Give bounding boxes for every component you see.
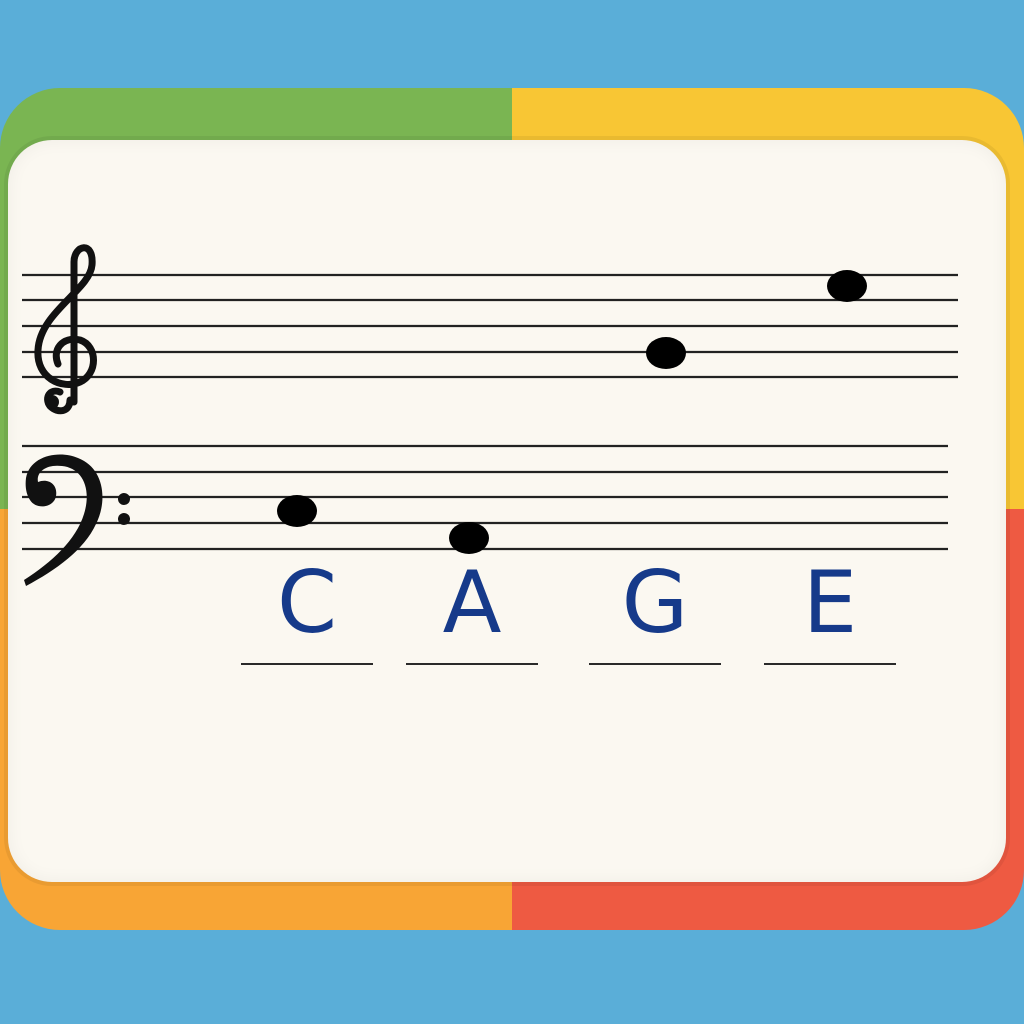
answer-letter: G (621, 553, 689, 653)
answer-blank-line (406, 663, 538, 665)
answer-slot[interactable]: A (406, 555, 538, 665)
treble-staff (22, 273, 958, 379)
grand-staff (22, 244, 958, 586)
answer-slot[interactable]: E (764, 555, 896, 665)
note-head (449, 522, 489, 554)
note-head (827, 270, 867, 302)
answer-letter: C (276, 553, 338, 653)
answer-blank-line (589, 663, 721, 665)
answer-blank-line (241, 663, 373, 665)
answer-letter: A (442, 553, 502, 653)
answer-slot[interactable]: C (241, 555, 373, 665)
answer-blank-line (764, 663, 896, 665)
treble-clef-icon (34, 244, 97, 415)
note-head (277, 495, 317, 527)
answer-slot[interactable]: G (589, 555, 721, 665)
answer-letter: E (802, 553, 858, 653)
note-head (646, 337, 686, 369)
bass-clef-icon (24, 454, 130, 586)
